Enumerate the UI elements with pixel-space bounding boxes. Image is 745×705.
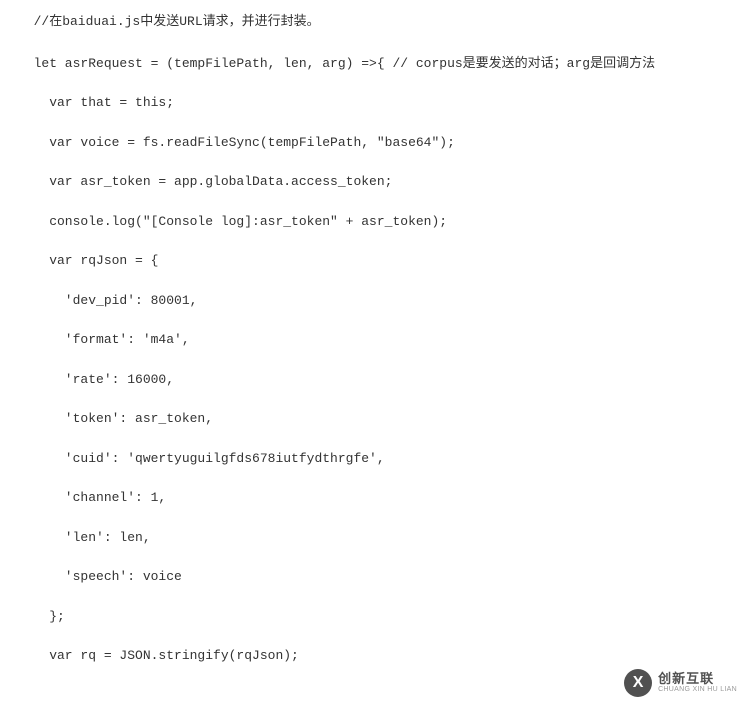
code-line: var rq = JSON.stringify(rqJson); xyxy=(18,646,727,666)
watermark-icon-letter: X xyxy=(633,674,644,692)
code-line: 'token': asr_token, xyxy=(18,409,727,429)
watermark: X 创新互联 CHUANG XIN HU LIAN xyxy=(624,669,737,697)
code-line: 'format': 'm4a', xyxy=(18,330,727,350)
code-line: var that = this; xyxy=(18,93,727,113)
code-line: //在baiduai.js中发送URL请求，并进行封装。 xyxy=(18,12,727,32)
watermark-logo-icon: X xyxy=(624,669,652,697)
code-line: let asrRequest = (tempFilePath, len, arg… xyxy=(18,54,727,74)
code-line: 'cuid': 'qwertyuguilgfds678iutfydthrgfe'… xyxy=(18,449,727,469)
code-line: 'len': len, xyxy=(18,528,727,548)
code-line: var asr_token = app.globalData.access_to… xyxy=(18,172,727,192)
watermark-cn: 创新互联 xyxy=(658,672,737,686)
code-line: 'speech': voice xyxy=(18,567,727,587)
code-line: console.log("[Console log]:asr_token" + … xyxy=(18,212,727,232)
code-line: var voice = fs.readFileSync(tempFilePath… xyxy=(18,133,727,153)
code-line: 'dev_pid': 80001, xyxy=(18,291,727,311)
code-line: var rqJson = { xyxy=(18,251,727,271)
watermark-text: 创新互联 CHUANG XIN HU LIAN xyxy=(658,672,737,694)
watermark-en: CHUANG XIN HU LIAN xyxy=(658,686,737,694)
code-line: }; xyxy=(18,607,727,627)
code-line: 'channel': 1, xyxy=(18,488,727,508)
code-line: 'rate': 16000, xyxy=(18,370,727,390)
code-block: //在baiduai.js中发送URL请求，并进行封装。 let asrRequ… xyxy=(0,0,745,698)
